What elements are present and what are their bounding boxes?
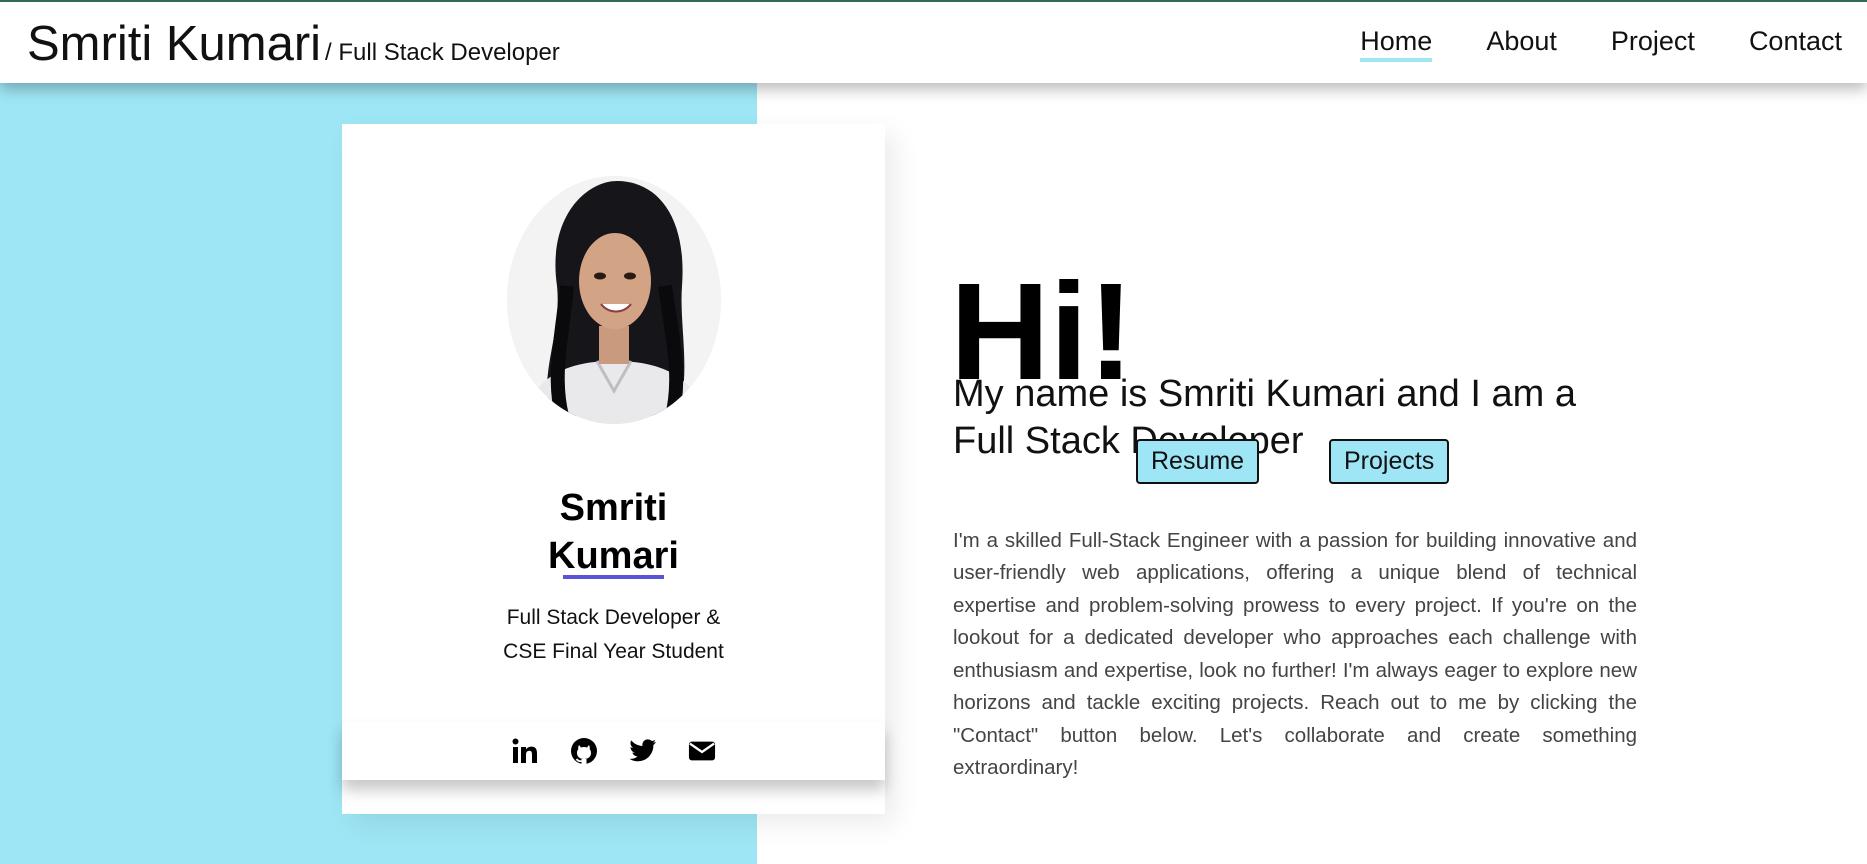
profile-role: Full Stack Developer & CSE Final Year St… — [342, 601, 885, 669]
nav-project[interactable]: Project — [1611, 24, 1695, 62]
brand-subtitle: / Full Stack Developer — [325, 39, 560, 66]
profile-name: Smriti Kumari — [342, 484, 885, 580]
brand[interactable]: Smriti Kumari / Full Stack Developer — [27, 16, 560, 72]
nav-home[interactable]: Home — [1360, 24, 1433, 62]
twitter-icon[interactable] — [629, 737, 657, 765]
main-nav: Home About Project Contact — [1306, 24, 1842, 62]
intro-line-1: My name is Smriti Kumari and I am a — [953, 373, 1576, 415]
profile-photo-illustration — [507, 176, 721, 424]
site-header: Smriti Kumari / Full Stack Developer Home… — [0, 0, 1867, 83]
intro-heading: My name is Smriti Kumari and I am a Full… — [953, 371, 1673, 465]
nav-contact[interactable]: Contact — [1749, 24, 1842, 62]
profile-role-line1: Full Stack Developer & — [506, 606, 721, 629]
nav-about[interactable]: About — [1486, 24, 1557, 62]
email-icon[interactable] — [688, 737, 716, 765]
brand-name: Smriti Kumari — [27, 17, 322, 71]
name-divider — [563, 575, 664, 579]
profile-card: Smriti Kumari Full Stack Developer & CSE… — [342, 124, 885, 814]
profile-photo — [507, 176, 721, 424]
intro-line-2: Full Stack Developer — [953, 420, 1304, 462]
profile-role-line2: CSE Final Year Student — [503, 640, 724, 663]
projects-button[interactable]: Projects — [1329, 439, 1450, 484]
about-paragraph: I'm a skilled Full-Stack Engineer with a… — [953, 528, 1637, 780]
social-links — [342, 722, 885, 780]
linkedin-icon[interactable] — [511, 737, 539, 765]
profile-name-first: Smriti — [559, 486, 668, 529]
profile-name-last: Kumari — [548, 534, 679, 577]
resume-button[interactable]: Resume — [1136, 439, 1260, 484]
github-icon[interactable] — [570, 737, 598, 765]
